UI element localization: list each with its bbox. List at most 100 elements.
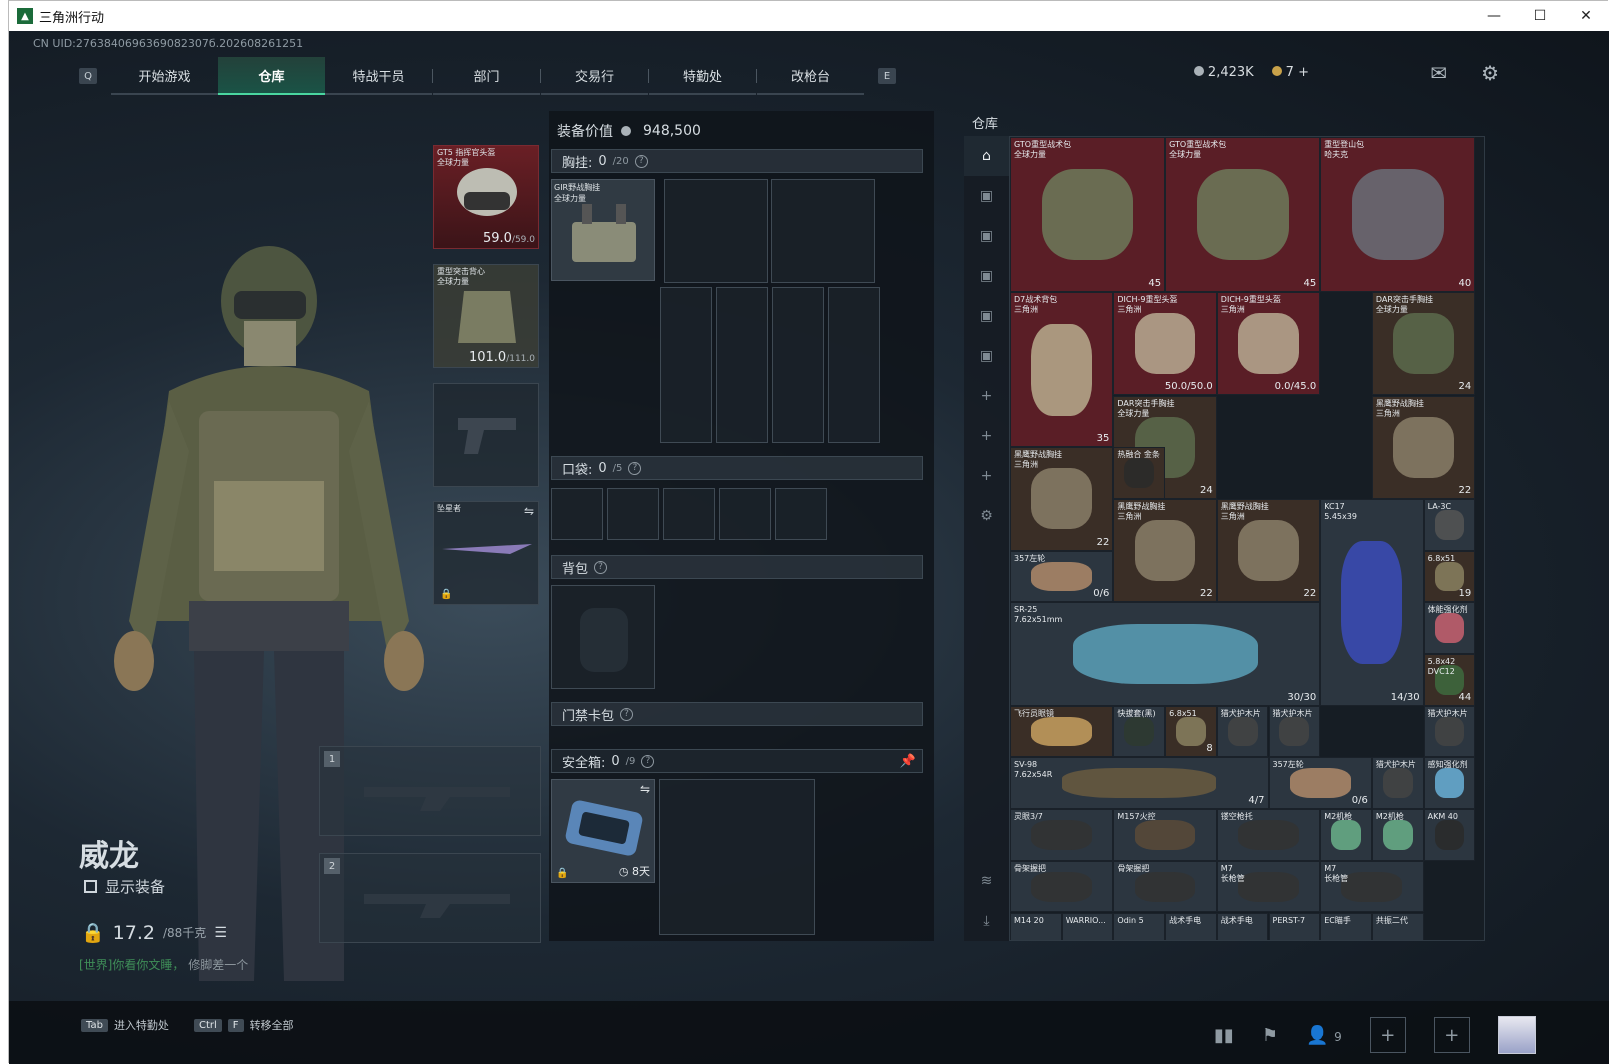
- warehouse-item[interactable]: 感知强化剂: [1423, 757, 1476, 810]
- add-tab-icon[interactable]: +: [964, 376, 1009, 416]
- pocket-cell[interactable]: [719, 488, 771, 540]
- show-equipment-toggle[interactable]: 显示装备: [84, 876, 165, 897]
- warehouse-item[interactable]: SV-98 7.62x54R 4/7: [1010, 757, 1269, 810]
- stats-chart-icon[interactable]: ▮▮: [1214, 1025, 1234, 1046]
- tab-special-ops[interactable]: 特勤处: [649, 57, 756, 95]
- warehouse-item[interactable]: M2机枪: [1320, 809, 1372, 861]
- warehouse-item[interactable]: AKM 40: [1423, 809, 1476, 861]
- warehouse-item[interactable]: 猎犬护木片: [1371, 757, 1424, 810]
- tab-2-icon[interactable]: ▣: [964, 216, 1009, 256]
- primary-weapon-slot-1[interactable]: 1: [319, 746, 541, 836]
- warehouse-item[interactable]: 镂空枪托: [1216, 809, 1321, 861]
- warehouse-item[interactable]: DAR突击手胸挂全球力量 24: [1371, 292, 1476, 396]
- help-icon[interactable]: ?: [634, 154, 648, 168]
- warehouse-item[interactable]: 357左轮 0/6: [1268, 757, 1372, 810]
- settings-icon[interactable]: ⚙: [964, 496, 1009, 536]
- tab-trade[interactable]: 交易行: [541, 57, 648, 95]
- warehouse-item[interactable]: GTO重型战术包 全球力量 45: [1165, 137, 1321, 293]
- warehouse-item[interactable]: M2机枪: [1371, 809, 1424, 861]
- enter-special-ops-hint[interactable]: Tab 进入特勤处: [81, 1017, 169, 1033]
- warehouse-item[interactable]: M157火控: [1113, 809, 1217, 861]
- warehouse-item[interactable]: 5.8x42 DVC12 44: [1423, 654, 1476, 706]
- warehouse-item[interactable]: 357左轮 0/6: [1010, 550, 1114, 603]
- layers-icon[interactable]: ≋: [964, 861, 1009, 901]
- nav-prev-key[interactable]: Q: [79, 68, 97, 84]
- chest-grid-cell[interactable]: [716, 287, 768, 443]
- transfer-all-hint[interactable]: Ctrl F 转移全部: [194, 1017, 294, 1033]
- help-icon[interactable]: ?: [620, 707, 634, 721]
- help-icon[interactable]: ?: [594, 560, 608, 574]
- warehouse-item[interactable]: EC瞄手: [1320, 912, 1372, 940]
- help-icon[interactable]: ?: [641, 754, 655, 768]
- pocket-cell[interactable]: [775, 488, 827, 540]
- warehouse-item[interactable]: M7 长枪管: [1320, 860, 1424, 913]
- tab-start-game[interactable]: 开始游戏: [111, 57, 218, 95]
- warehouse-item[interactable]: D7战术背包 三角洲 35: [1010, 292, 1114, 448]
- warehouse-item[interactable]: 黑鹰野战胸挂 三角洲 22: [1371, 395, 1476, 499]
- coin-display[interactable]: 7 +: [1271, 65, 1309, 80]
- party-add-button[interactable]: +: [1433, 1017, 1470, 1053]
- warehouse-item[interactable]: 猎犬护木片: [1423, 705, 1476, 758]
- sort-icon[interactable]: ⤓: [964, 901, 1009, 941]
- tab-4-icon[interactable]: ▣: [964, 296, 1009, 336]
- settings-gear-icon[interactable]: ⚙: [1481, 61, 1499, 85]
- warehouse-item[interactable]: WARRIO...: [1061, 912, 1114, 940]
- safe-box-item[interactable]: ⇋ 🔒 ◷ 8天: [551, 779, 655, 883]
- add-tab-icon[interactable]: +: [964, 456, 1009, 496]
- helmet-slot[interactable]: GT5 指挥官头盔 全球力量 59.0/59.0: [433, 145, 539, 249]
- warehouse-item[interactable]: SR-25 7.62x51mm 30/30: [1010, 602, 1321, 706]
- tab-gunsmith[interactable]: 改枪台: [757, 57, 864, 95]
- warehouse-item[interactable]: 6.8x51 19: [1423, 550, 1476, 603]
- swap-icon[interactable]: ⇋: [524, 504, 534, 518]
- list-icon[interactable]: ☰: [214, 925, 227, 941]
- chest-grid-cell[interactable]: [771, 179, 875, 283]
- maximize-button[interactable]: ☐: [1517, 1, 1563, 31]
- backpack-slot[interactable]: [551, 585, 655, 689]
- warehouse-item[interactable]: 飞行员眼镜: [1010, 705, 1114, 758]
- warehouse-item[interactable]: 骨架握把: [1113, 860, 1217, 913]
- pocket-cell[interactable]: [663, 488, 715, 540]
- money-display[interactable]: 2,423K: [1193, 65, 1254, 80]
- pocket-cell[interactable]: [607, 488, 659, 540]
- warehouse-item[interactable]: 共振二代: [1371, 912, 1424, 940]
- chest-rig-item[interactable]: GIR野战胸挂 全球力量: [551, 179, 655, 281]
- warehouse-item[interactable]: PERST-7: [1268, 912, 1321, 940]
- tab-5-icon[interactable]: ▣: [964, 336, 1009, 376]
- armor-slot[interactable]: 重型突击背心 全球力量 101.0/111.0: [433, 264, 539, 368]
- tab-operators[interactable]: 特战干员: [325, 57, 432, 95]
- warehouse-item[interactable]: 灵眼3/7: [1010, 809, 1114, 861]
- friends-icon[interactable]: 👤 9: [1306, 1025, 1342, 1046]
- warehouse-item[interactable]: 骨架握把: [1010, 860, 1114, 913]
- chest-grid-cell[interactable]: [772, 287, 824, 443]
- minimize-button[interactable]: —: [1471, 1, 1517, 31]
- warehouse-item[interactable]: 体能强化剂: [1423, 602, 1476, 654]
- warehouse-item[interactable]: Odin 5: [1113, 912, 1166, 940]
- chest-grid-cell[interactable]: [660, 287, 712, 443]
- tab-warehouse[interactable]: 仓库: [218, 57, 325, 95]
- tab-1-icon[interactable]: ▣: [964, 176, 1009, 216]
- warehouse-item[interactable]: 快拔套(黑): [1113, 705, 1166, 758]
- warehouse-item[interactable]: 黑鹰野战胸挂 三角洲 22: [1010, 447, 1114, 551]
- flag-icon[interactable]: ⚑: [1262, 1025, 1278, 1046]
- chest-grid-cell[interactable]: [664, 179, 768, 283]
- warehouse-item[interactable]: M7 长枪管: [1216, 860, 1321, 913]
- warehouse-item[interactable]: 战术手电: [1216, 912, 1269, 940]
- warehouse-item[interactable]: 热融合 金条: [1113, 447, 1166, 499]
- party-add-button[interactable]: +: [1369, 1017, 1406, 1053]
- safe-grid[interactable]: [659, 779, 815, 935]
- warehouse-item[interactable]: 战术手电: [1165, 912, 1217, 940]
- warehouse-item[interactable]: M14 20: [1010, 912, 1062, 940]
- add-coin-button[interactable]: +: [1298, 65, 1309, 80]
- pocket-cell[interactable]: [551, 488, 603, 540]
- warehouse-item[interactable]: LA-3C: [1423, 498, 1476, 551]
- warehouse-item[interactable]: DICH-9重型头盔 三角洲 0.0/45.0: [1216, 292, 1321, 396]
- tab-3-icon[interactable]: ▣: [964, 256, 1009, 296]
- tab-department[interactable]: 部门: [433, 57, 540, 95]
- warehouse-item[interactable]: 6.8x51 8: [1165, 705, 1217, 758]
- warehouse-item[interactable]: KC17 5.45x39 14/30: [1320, 498, 1424, 706]
- swap-icon[interactable]: ⇋: [640, 782, 650, 796]
- home-icon[interactable]: ⌂: [964, 136, 1009, 176]
- nav-next-key[interactable]: E: [878, 68, 896, 84]
- pistol-slot[interactable]: [433, 383, 539, 487]
- warehouse-item[interactable]: GTO重型战术包 全球力量 45: [1010, 137, 1166, 293]
